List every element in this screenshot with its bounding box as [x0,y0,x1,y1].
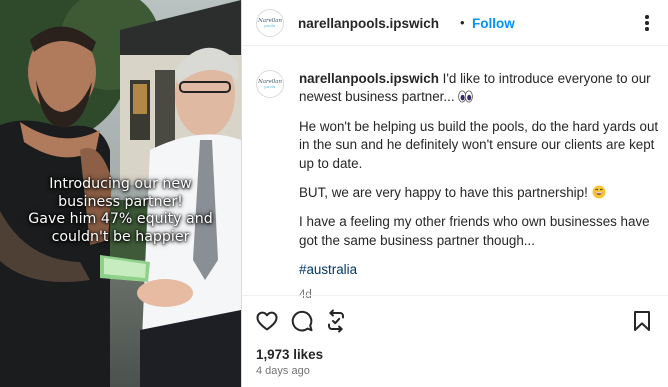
post-photo[interactable]: Introducing our new business partner! Ga… [0,0,241,387]
more-options-icon[interactable] [637,13,657,33]
avatar-text-bottom: pools [264,85,276,89]
post-timestamp[interactable]: 4 days ago [256,365,310,377]
caption-paragraph-4: I have a feeling my other friends who ow… [299,214,650,248]
caption-paragraph-3: BUT, we are very happy to have this part… [299,185,588,201]
avatar[interactable]: Narellan pools [256,9,284,37]
instagram-post: Introducing our new business partner! Ga… [0,0,668,387]
overlay-line-1: Introducing our new [49,176,192,192]
grinning-emoji [592,185,606,199]
photo-overlay-caption: Introducing our new business partner! Ga… [0,176,241,246]
header-username[interactable]: narellanpools.ipswich [298,16,439,31]
post-side-panel: Narellan pools narellanpools.ipswich • F… [241,0,668,387]
caption-username[interactable]: narellanpools.ipswich [299,71,439,86]
header-separator: • [460,15,465,30]
caption-paragraph-2: He won't be helping us build the pools, … [299,118,659,171]
post-header: Narellan pools narellanpools.ipswich • F… [242,0,668,46]
bookmark-icon[interactable] [630,309,654,333]
heart-icon[interactable] [255,309,279,333]
comment-icon[interactable] [290,309,314,333]
eyes-emoji [458,90,474,103]
likes-count[interactable]: 1,973 likes [256,347,323,362]
follow-button[interactable]: Follow [472,16,515,31]
overlay-line-3: Gave him 47% equity and [28,211,213,228]
hashtag-link[interactable]: #australia [299,262,357,277]
overlay-line-4: couldn't be happier [51,228,190,245]
post-actions: 1,973 likes 4 days ago [242,295,668,387]
post-caption: narellanpools.ipswich I'd like to introd… [299,70,664,304]
caption-avatar[interactable]: Narellan pools [256,70,284,98]
repost-icon[interactable] [324,309,348,333]
avatar-text-bottom: pools [264,24,276,28]
overlay-line-2: business partner! [58,193,183,210]
